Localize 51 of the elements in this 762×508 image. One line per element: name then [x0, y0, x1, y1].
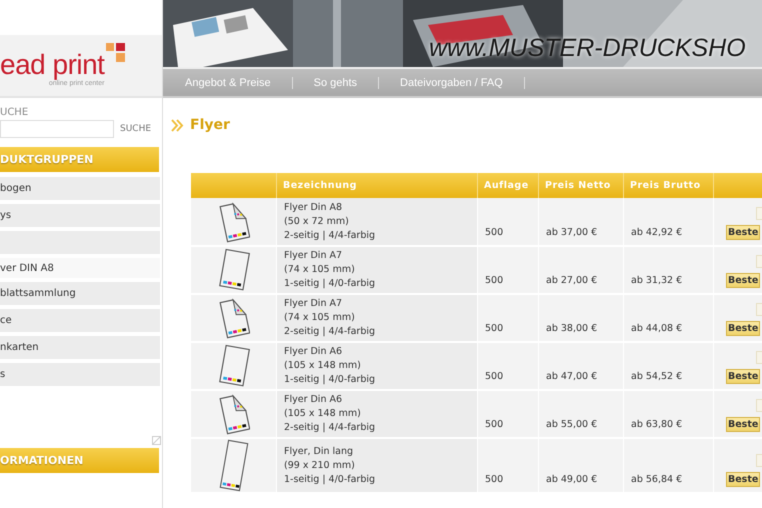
table-cell: 500: [478, 390, 538, 438]
table-cell: Flyer Din A7 (74 x 105 mm) 1-seitig | 4/0-farbig: [276, 246, 478, 294]
table-cell: Flyer Din A7 (74 x 105 mm) 2-seitig | 4/4-farbig: [276, 294, 478, 342]
sidebar-item[interactable]: bogen: [0, 177, 160, 200]
chevron-icon: [171, 118, 184, 132]
column-header: Auflage: [478, 173, 538, 198]
table-cell: ab 47,00 €: [538, 342, 624, 390]
search-button[interactable]: SUCHE: [120, 124, 152, 134]
column-header: Bezeichnung: [276, 173, 478, 198]
table-cell: ab 55,00 €: [538, 390, 624, 438]
order-button[interactable]: Beste: [726, 369, 760, 384]
table-cell: Flyer Din A6 (105 x 148 mm) 1-seitig | 4/0-farbig: [276, 342, 478, 390]
column-header: Preis Brutto: [624, 173, 714, 198]
table-cell: ab 31,32 €: [624, 246, 714, 294]
table-cell: 500: [478, 198, 538, 246]
table-cell: ab 42,92 €: [624, 198, 714, 246]
order-button[interactable]: Beste: [726, 472, 760, 487]
search-label: UCHE: [0, 107, 30, 118]
sidebar-item[interactable]: blattsammlung: [0, 282, 160, 305]
table-cell: ab 54,52 €: [624, 342, 714, 390]
table-cell: Flyer Din A8 (50 x 72 mm) 2-seitig | 4/4-farbig: [276, 198, 478, 246]
sidebar-item[interactable]: ver DIN A8: [0, 258, 160, 278]
order-button[interactable]: Beste: [726, 273, 760, 288]
order-button[interactable]: Beste: [726, 321, 760, 336]
resize-icon: [152, 436, 161, 445]
order-button[interactable]: Beste: [726, 417, 760, 432]
column-header: Preis Netto: [538, 173, 624, 198]
table-cell: 500: [478, 246, 538, 294]
table-cell: 500: [478, 342, 538, 390]
table-cell: ab 37,00 €: [538, 198, 624, 246]
table-cell: 500: [478, 438, 538, 493]
logo-icon: [106, 43, 126, 62]
sidebar-item[interactable]: nkarten: [0, 336, 160, 359]
sidebar-item[interactable]: ys: [0, 204, 160, 227]
section-header: ORMATIONEN: [0, 448, 159, 473]
table-cell: ab 49,00 €: [538, 438, 624, 493]
logo-text: ead print: [0, 51, 104, 79]
search-field[interactable]: [0, 120, 114, 138]
table-cell: 500: [478, 294, 538, 342]
order-button[interactable]: Beste: [726, 225, 760, 240]
table-cell: ab 56,84 €: [624, 438, 714, 493]
sidebar-item[interactable]: ce: [0, 309, 160, 332]
section-header: DUKTGRUPPEN: [0, 147, 159, 172]
table-cell: ab 44,08 €: [624, 294, 714, 342]
table-cell: Flyer Din A6 (105 x 148 mm) 2-seitig | 4/4-farbig: [276, 390, 478, 438]
table-cell: ab 27,00 €: [538, 246, 624, 294]
sidebar-item[interactable]: s: [0, 363, 160, 386]
table-cell: ab 63,80 €: [624, 390, 714, 438]
table-cell: Flyer, Din lang (99 x 210 mm) 1-seitig | 4/0-farbig: [276, 438, 478, 493]
page-title: Flyer: [190, 117, 230, 133]
table-cell: ab 38,00 €: [538, 294, 624, 342]
